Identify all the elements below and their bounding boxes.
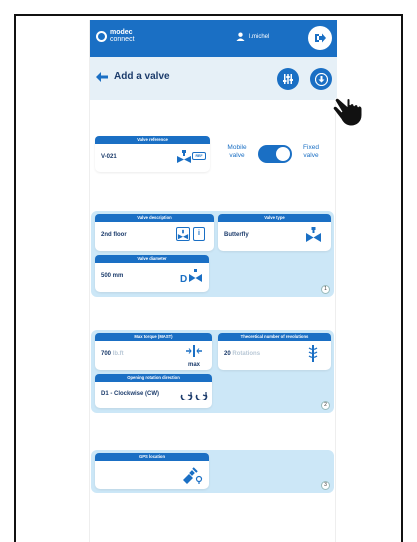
valve-reference-card[interactable]: Valve reference V-021 REF xyxy=(95,136,210,172)
rotation-direction-label: Opening rotation direction xyxy=(95,374,212,382)
mobile-valve-label-line1: Mobile xyxy=(227,144,247,151)
logout-icon xyxy=(315,33,326,43)
valve-description-value: 2nd floor xyxy=(101,232,127,238)
logo-ring-icon xyxy=(96,30,107,42)
valve-description-label: Valve description xyxy=(95,214,214,222)
fixed-valve-label-line2: valve xyxy=(303,152,319,159)
section-2-number: 2 xyxy=(321,401,330,410)
mobile-valve-label: Mobile valve xyxy=(222,144,252,160)
section-1-number: 1 xyxy=(321,285,330,294)
gps-location-card[interactable]: GPS location xyxy=(95,453,209,489)
butterfly-valve-icon xyxy=(306,227,321,242)
gps-location-label: GPS location xyxy=(95,453,209,461)
user-name: l.michel xyxy=(249,33,270,40)
arrow-left-icon xyxy=(96,71,108,82)
sliders-icon xyxy=(283,74,293,84)
max-torque-unit: lb.ft xyxy=(112,351,124,357)
modec-connect-logo: modec connect xyxy=(96,29,135,43)
valve-type-label: Valve type xyxy=(218,214,331,222)
description-valve-icon xyxy=(176,227,190,241)
revolutions-value: 20 xyxy=(224,351,231,357)
revolutions-unit: Rotations xyxy=(232,351,261,357)
valve-type-value: Butterfly xyxy=(224,232,249,238)
valve-description-card[interactable]: Valve description 2nd floor i xyxy=(95,214,214,251)
valve-mobility-toggle[interactable] xyxy=(258,145,292,163)
gps-satellite-icon xyxy=(183,467,203,484)
brand-line1: modec xyxy=(110,29,133,36)
max-torque-value: 700 xyxy=(101,351,112,357)
rotation-direction-value: D1 - Clockwise (CW) xyxy=(101,391,160,397)
valve-diameter-label: Valve diameter xyxy=(95,255,209,263)
fixed-valve-label-line1: Fixed xyxy=(303,144,319,151)
rotation-direction-card[interactable]: Opening rotation direction D1 - Clockwis… xyxy=(95,374,212,408)
page-subheader: Add a valve xyxy=(90,57,337,100)
valve-diameter-card[interactable]: Valve diameter 500 mm D xyxy=(95,255,209,292)
settings-button[interactable] xyxy=(277,68,299,90)
revolutions-card[interactable]: Theoretical number of revolutions 20 Rot… xyxy=(218,333,331,370)
rotation-arrows-icon xyxy=(180,392,208,400)
save-download-button[interactable] xyxy=(310,68,332,90)
torque-icon: max xyxy=(185,344,203,368)
revolutions-icon xyxy=(308,345,318,362)
ref-badge: REF xyxy=(192,152,206,160)
valve-icon xyxy=(177,150,191,163)
revolutions-field: 20 Rotations xyxy=(224,351,260,357)
max-torque-field: 700 lb.ft xyxy=(101,351,124,357)
page-title: Add a valve xyxy=(114,71,170,82)
revolutions-label: Theoretical number of revolutions xyxy=(218,333,331,341)
info-icon[interactable]: i xyxy=(193,227,205,241)
svg-text:D: D xyxy=(180,274,187,284)
valve-reference-value: V-021 xyxy=(101,154,117,160)
valve-type-card[interactable]: Valve type Butterfly xyxy=(218,214,331,251)
max-torque-label: Max torque (MAST) xyxy=(95,333,212,341)
section-3-number: 3 xyxy=(321,481,330,490)
max-torque-card[interactable]: Max torque (MAST) 700 lb.ft max xyxy=(95,333,212,370)
user-icon xyxy=(236,32,245,41)
logout-button[interactable] xyxy=(308,26,332,50)
download-icon xyxy=(314,72,328,86)
brand-line2: connect xyxy=(110,36,135,43)
toggle-knob xyxy=(276,147,290,161)
diameter-icon: D xyxy=(180,269,202,284)
fixed-valve-label: Fixed valve xyxy=(296,144,326,160)
mobile-valve-label-line2: valve xyxy=(229,152,245,159)
max-label: max xyxy=(187,362,200,368)
app-header: modec connect l.michel xyxy=(90,20,337,57)
back-button[interactable]: Add a valve xyxy=(96,71,170,82)
valve-reference-label: Valve reference xyxy=(95,136,210,144)
user-info: l.michel xyxy=(236,32,269,41)
valve-diameter-value: 500 mm xyxy=(101,273,124,279)
pointer-hand-icon xyxy=(332,97,363,127)
